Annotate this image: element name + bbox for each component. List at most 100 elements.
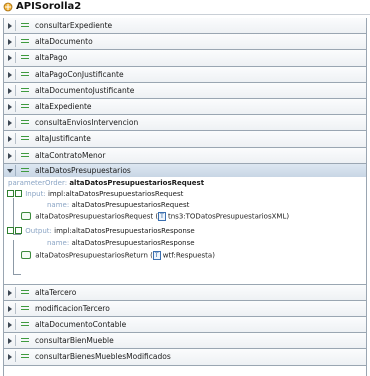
operation-icon <box>21 338 29 343</box>
operation-icon <box>21 55 29 60</box>
operation-detail: parameterOrder: altaDatosPresupuestarios… <box>4 177 366 284</box>
input-type: tns3:TODatosPresupuestariosXML <box>168 212 287 221</box>
chevron-down-icon[interactable] <box>7 168 13 173</box>
operation-name: altaPagoConJustificante <box>35 69 124 79</box>
operation-row[interactable]: altaTercero <box>4 284 366 301</box>
operation-icon <box>21 305 29 311</box>
separator <box>15 52 16 64</box>
output-line[interactable]: Output: impl:altaDatosPresupuestariosRes… <box>7 227 195 235</box>
operation-icon <box>21 322 29 327</box>
operation-name: altaDocumentoJustificante <box>35 85 135 95</box>
service-title-bar: APISorolla2 <box>0 0 370 15</box>
operation-name: altaDocumento <box>35 37 93 47</box>
operation-icon <box>21 152 29 158</box>
operation-name: consultarBienMueble <box>35 336 114 346</box>
output-type: wtf:Respuesta <box>162 251 213 260</box>
separator <box>15 351 16 363</box>
operation-icon <box>21 23 29 28</box>
operation-name: consultaEnviosIntervencion <box>35 118 139 128</box>
output-name-value: altaDatosPresupuestariosResponse <box>71 238 195 247</box>
service-title: APISorolla2 <box>16 1 82 12</box>
operation-row[interactable]: consultarBienesMueblesModificados <box>4 349 366 366</box>
chevron-right-icon[interactable] <box>8 338 12 345</box>
output-element: altaDatosPresupuestariosReturn <box>35 251 148 260</box>
chevron-right-icon[interactable] <box>8 103 12 110</box>
chevron-right-icon[interactable] <box>8 136 12 143</box>
separator <box>15 117 16 129</box>
output-name-line: name: altaDatosPresupuestariosResponse <box>47 239 195 247</box>
operation-row[interactable]: consultarExpediente <box>4 18 366 35</box>
operation-name: altaTercero <box>35 287 77 297</box>
collapse-box-icon[interactable] <box>7 190 14 198</box>
operation-icon <box>21 136 29 141</box>
operation-icon <box>21 103 29 109</box>
chevron-right-icon[interactable] <box>8 120 12 127</box>
operation-row[interactable]: altaDocumentoContable <box>4 317 366 334</box>
chevron-right-icon[interactable] <box>8 71 12 78</box>
separator <box>15 302 16 314</box>
chevron-right-icon[interactable] <box>8 55 12 62</box>
output-element-line: altaDatosPresupuestariosReturn (T wtf:Re… <box>21 250 215 260</box>
operation-row[interactable]: modificacionTercero <box>4 300 366 318</box>
type-tag-icon: T <box>158 211 166 221</box>
operation-name: consultarBienesMueblesModificados <box>35 352 171 362</box>
separator <box>15 36 16 48</box>
operation-name: altaPago <box>35 53 68 63</box>
separator <box>15 68 16 80</box>
chevron-right-icon[interactable] <box>8 39 12 46</box>
input-key: Input: <box>25 189 46 198</box>
operation-row[interactable]: consultaEnviosIntervencion <box>4 115 366 132</box>
operation-row[interactable]: consultarBienMueble <box>4 333 366 350</box>
collapse-box-icon[interactable] <box>7 227 14 235</box>
separator <box>15 335 16 347</box>
operation-row[interactable]: altaJustificante <box>4 131 366 148</box>
operation-row[interactable]: altaExpediente <box>4 98 366 116</box>
separator <box>15 149 16 161</box>
operation-expanded[interactable]: altaDatosPresupuestarios parameterOrder:… <box>4 163 366 285</box>
parameter-order-key: parameterOrder: <box>8 178 68 187</box>
operation-row[interactable]: altaPagoConJustificante <box>4 66 366 83</box>
operation-icon <box>21 39 29 44</box>
operation-icon <box>21 289 29 295</box>
separator <box>15 100 16 112</box>
input-line[interactable]: Input: impl:altaDatosPresupuestariosRequ… <box>7 190 183 198</box>
chevron-right-icon[interactable] <box>8 289 12 296</box>
operation-header-expanded[interactable]: altaDatosPresupuestarios <box>4 163 366 177</box>
operation-icon <box>21 87 29 93</box>
operation-row[interactable]: altaContratoMenor <box>4 147 366 164</box>
input-value: impl:altaDatosPresupuestariosRequest <box>47 189 184 198</box>
output-value: impl:altaDatosPresupuestariosResponse <box>54 226 195 235</box>
operation-icon <box>21 71 29 77</box>
message-icon <box>15 227 22 235</box>
operation-name: altaJustificante <box>35 134 91 144</box>
chevron-right-icon[interactable] <box>8 322 12 329</box>
operation-row[interactable]: altaDocumento <box>4 34 366 51</box>
separator <box>15 319 16 331</box>
wsdl-service-icon <box>3 2 13 12</box>
chevron-right-icon[interactable] <box>8 23 12 29</box>
operation-name: consultarExpediente <box>35 21 113 30</box>
separator <box>15 133 16 145</box>
type-tag-icon: T <box>152 250 161 260</box>
separator <box>15 164 16 176</box>
output-key: Output: <box>25 226 52 235</box>
separator <box>15 84 16 96</box>
input-name-value: altaDatosPresupuestariosRequest <box>71 200 190 209</box>
tree-connector <box>13 273 21 275</box>
input-element-line: altaDatosPresupuestariosRequest (T tns3:… <box>21 211 289 221</box>
operation-name: altaDocumentoContable <box>35 320 127 330</box>
parameter-order-line: parameterOrder: altaDatosPresupuestarios… <box>8 179 204 187</box>
operation-row[interactable]: altaPago <box>4 50 366 67</box>
chevron-right-icon[interactable] <box>8 354 12 361</box>
element-icon <box>21 251 31 260</box>
message-icon <box>15 190 22 198</box>
chevron-right-icon[interactable] <box>8 87 12 94</box>
element-icon <box>21 212 31 221</box>
output-name-key: name: <box>47 238 70 247</box>
operation-name: altaExpediente <box>35 101 92 111</box>
input-name-key: name: <box>47 200 70 209</box>
chevron-right-icon[interactable] <box>8 152 12 159</box>
operation-icon <box>21 167 29 173</box>
chevron-right-icon[interactable] <box>8 305 12 312</box>
operation-row[interactable]: altaDocumentoJustificante <box>4 82 366 99</box>
